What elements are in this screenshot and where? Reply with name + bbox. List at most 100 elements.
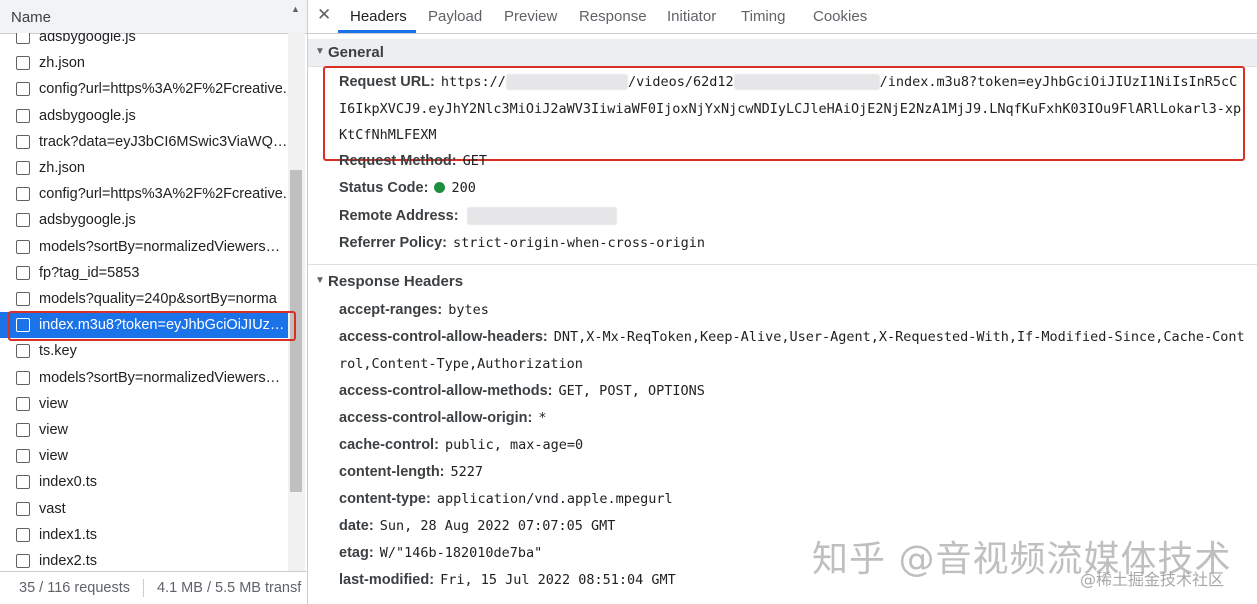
request-name: models?sortBy=normalizedViewersRa. <box>39 369 288 386</box>
remote-address-row: Remote Address: <box>339 207 617 229</box>
network-status-bar: 35 / 116 requests 4.1 MB / 5.5 MB transf <box>0 571 307 604</box>
close-icon[interactable]: ✕ <box>317 5 331 25</box>
request-type-icon <box>16 33 30 44</box>
header-name: date: <box>339 518 374 534</box>
header-value: Sun, 28 Aug 2022 07:07:05 GMT <box>379 518 616 534</box>
tab-response[interactable]: Response <box>579 8 647 25</box>
header-name: content-length: <box>339 464 445 480</box>
request-type-icon <box>16 449 30 464</box>
referrer-policy-value: strict-origin-when-cross-origin <box>453 235 705 251</box>
request-type-icon <box>16 292 30 306</box>
request-type-icon <box>16 423 30 437</box>
request-row[interactable]: zh.json <box>0 50 288 76</box>
request-row[interactable]: vast <box>0 496 288 522</box>
status-divider <box>143 579 144 597</box>
response-header-row: accept-ranges: bytes <box>339 302 489 324</box>
request-row[interactable]: adsbygoogle.js <box>0 33 288 50</box>
detail-tab-bar: ✕ Headers Payload Preview Response Initi… <box>308 0 1257 34</box>
header-name: cache-control: <box>339 437 439 453</box>
request-type-icon <box>16 396 30 411</box>
request-name: vast <box>39 500 66 517</box>
header-value: public, max-age=0 <box>444 437 584 453</box>
request-row[interactable]: config?url=https%3A%2F%2Fcreative. <box>0 181 288 207</box>
request-type-icon <box>16 161 30 175</box>
request-row[interactable]: adsbygoogle.js <box>0 207 288 233</box>
request-type-icon <box>16 318 30 333</box>
request-type-icon <box>16 527 30 542</box>
request-row[interactable]: index0.ts <box>0 469 288 495</box>
request-name: index2.ts <box>39 553 98 569</box>
request-url-row: Request URL: https:// /videos/62d12/index… <box>339 74 1237 96</box>
header-value-continued: rol,Content-Type,Authorization <box>339 356 583 372</box>
scrollbar-thumb[interactable] <box>290 170 302 492</box>
response-header-row: cache-control: public, max-age=0 <box>339 437 583 459</box>
referrer-policy-label: Referrer Policy: <box>339 235 447 251</box>
request-type-icon <box>16 213 30 228</box>
header-value: Fri, 15 Jul 2022 08:51:04 GMT <box>440 572 676 588</box>
collapse-triangle-icon: ▼ <box>315 46 325 57</box>
request-row[interactable]: view <box>0 391 288 417</box>
request-type-icon <box>16 82 30 97</box>
request-name: adsbygoogle.js <box>39 33 136 45</box>
collapse-triangle-icon: ▼ <box>315 275 325 286</box>
sort-up-icon[interactable]: ▲ <box>291 4 300 14</box>
request-row[interactable]: fp?tag_id=5853 <box>0 260 288 286</box>
request-name: index.m3u8?token=eyJhbGciOiJIUzI1.. <box>39 317 288 334</box>
header-value: application/vnd.apple.mpegurl <box>436 491 673 507</box>
request-type-icon <box>16 501 30 516</box>
header-name: last-modified: <box>339 572 435 588</box>
request-row[interactable]: adsbygoogle.js <box>0 103 288 129</box>
request-row[interactable]: models?quality=240p&sortBy=norma <box>0 286 288 312</box>
response-header-row: content-length: 5227 <box>339 464 483 486</box>
tab-preview[interactable]: Preview <box>504 8 557 25</box>
request-row[interactable]: view <box>0 417 288 443</box>
request-row[interactable]: track?data=eyJ3bCI6MSwic3ViaWQiO. <box>0 129 288 155</box>
request-name: models?quality=240p&sortBy=norma <box>39 291 277 307</box>
watermark-secondary: @稀土掘金技术社区 <box>1080 570 1225 589</box>
request-name: adsbygoogle.js <box>39 212 136 229</box>
request-name: config?url=https%3A%2F%2Fcreative. <box>39 81 287 98</box>
tab-initiator[interactable]: Initiator <box>667 8 716 25</box>
request-type-icon <box>16 265 30 280</box>
status-ok-dot-icon <box>434 182 446 193</box>
tab-headers[interactable]: Headers <box>350 8 407 25</box>
request-row[interactable]: config?url=https%3A%2F%2Fcreative. <box>0 76 288 102</box>
request-name: config?url=https%3A%2F%2Fcreative. <box>39 186 287 203</box>
tab-cookies[interactable]: Cookies <box>813 8 867 25</box>
response-headers-section-header[interactable]: ▼ Response Headers <box>308 264 1257 297</box>
tab-timing[interactable]: Timing <box>741 8 785 25</box>
header-name: access-control-allow-methods: <box>339 383 553 399</box>
request-name: index0.ts <box>39 474 98 491</box>
name-column-header[interactable]: Name ▲ <box>0 0 307 34</box>
request-row[interactable]: index2.ts <box>0 548 288 571</box>
request-url-query: /index.m3u8?token=eyJhbGciOiJIUzI1NiIsIn… <box>879 74 1238 90</box>
transfer-size: 4.1 MB / 5.5 MB transf <box>157 580 302 596</box>
request-type-icon <box>16 370 30 385</box>
request-row[interactable]: view <box>0 443 288 469</box>
response-header-row: access-control-allow-methods: GET, POST,… <box>339 383 705 405</box>
request-name: view <box>39 422 69 438</box>
request-row[interactable]: ts.key <box>0 338 288 364</box>
request-name: ts.key <box>39 343 77 360</box>
general-section-header[interactable]: ▼ General <box>308 39 1257 67</box>
request-name: adsbygoogle.js <box>39 107 136 124</box>
request-url-label: Request URL: <box>339 74 435 90</box>
request-type-icon <box>16 134 30 149</box>
request-row[interactable]: models?sortBy=normalizedViewersRa. <box>0 365 288 391</box>
tab-payload[interactable]: Payload <box>428 8 482 25</box>
status-code-row: Status Code: 200 <box>339 180 476 202</box>
response-header-row: last-modified: Fri, 15 Jul 2022 08:51:04… <box>339 572 676 594</box>
request-type-icon <box>16 344 30 359</box>
response-headers-title: Response Headers <box>328 273 464 290</box>
referrer-policy-row: Referrer Policy: strict-origin-when-cros… <box>339 235 705 257</box>
request-row[interactable]: zh.json <box>0 155 288 181</box>
request-row[interactable]: models?sortBy=normalizedViewersRa. <box>0 234 288 260</box>
request-type-icon <box>16 56 30 71</box>
request-type-icon <box>16 108 30 123</box>
request-row[interactable]: index.m3u8?token=eyJhbGciOiJIUzI1.. <box>0 312 288 339</box>
header-value: DNT,X-Mx-ReqToken,Keep-Alive,User-Agent,… <box>553 329 1245 345</box>
request-name: view <box>39 448 69 465</box>
status-code-value: 200 <box>451 180 476 196</box>
request-method-value: GET <box>462 153 488 169</box>
request-row[interactable]: index1.ts <box>0 522 288 548</box>
